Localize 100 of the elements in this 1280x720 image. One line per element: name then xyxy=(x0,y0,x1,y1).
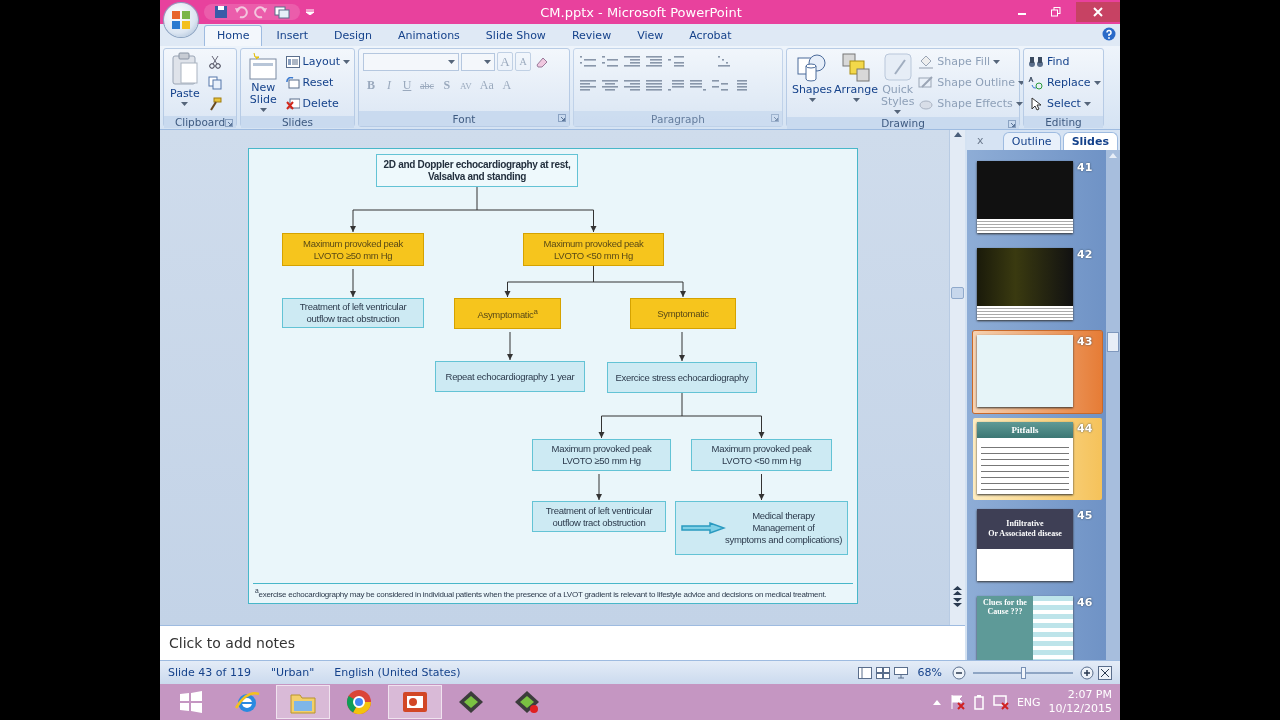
slide-list-item[interactable]: Infiltrative Or Associated disease 45 xyxy=(973,505,1102,587)
presentation-icon xyxy=(401,689,429,715)
slide-number: 45 xyxy=(1077,509,1093,524)
flowchart-box: Maximum provoked peak LVOTO <50 mm Hg xyxy=(523,233,664,266)
group-label: Editing xyxy=(1045,116,1082,128)
normal-view-icon xyxy=(857,666,872,679)
reset-button[interactable]: Reset xyxy=(285,73,350,92)
round-browser-icon xyxy=(345,688,373,716)
redo-button[interactable] xyxy=(254,5,268,19)
help-button[interactable] xyxy=(1102,27,1116,41)
taskbar-app[interactable] xyxy=(388,685,442,719)
reset-icon xyxy=(285,76,300,89)
slideshow-button[interactable] xyxy=(274,5,290,19)
copy-button[interactable] xyxy=(205,73,224,92)
language-label[interactable]: English (United States) xyxy=(334,666,461,679)
redo-icon xyxy=(254,5,268,19)
ribbon-tab[interactable]: Animations xyxy=(386,26,472,46)
ribbon-tab[interactable]: View xyxy=(625,26,676,46)
caret-icon xyxy=(1093,80,1101,85)
fit-to-window-button[interactable] xyxy=(1098,665,1112,680)
flowchart-box: Maximum provoked peak LVOTO ≥50 mm Hg xyxy=(532,439,671,471)
close-pane-button[interactable]: x xyxy=(969,134,992,150)
slide-show-button[interactable] xyxy=(893,666,908,679)
slide-thumbnail-title: Infiltrative Or Associated disease xyxy=(988,519,1062,539)
help-icon xyxy=(1102,27,1116,41)
caret-icon xyxy=(259,108,267,112)
zoom-level[interactable]: 68% xyxy=(917,666,942,679)
copy-icon xyxy=(207,75,222,90)
ribbon-tab[interactable]: Acrobat xyxy=(677,26,744,46)
slide-thumbnail-title: Clues for the Cause ??? xyxy=(982,597,1028,618)
caret-icon xyxy=(306,9,314,15)
save-button[interactable] xyxy=(214,5,228,19)
dialog-launcher-icon xyxy=(225,119,233,127)
pane-tab[interactable]: Outline xyxy=(1002,132,1061,150)
decrease-indent-icon xyxy=(624,54,640,69)
caret-icon xyxy=(448,59,455,64)
next-slide-button[interactable] xyxy=(953,598,962,607)
slides-icon xyxy=(274,5,290,19)
slide-sorter-button[interactable] xyxy=(875,666,890,679)
slide-number: 41 xyxy=(1077,161,1093,176)
close-icon xyxy=(1093,7,1103,17)
undo-button[interactable] xyxy=(234,5,248,19)
binoculars-icon xyxy=(1028,54,1044,69)
caret-icon xyxy=(852,98,860,102)
pane-tab[interactable]: Slides xyxy=(1062,132,1118,150)
caret-icon xyxy=(484,59,491,64)
scroll-thumb[interactable] xyxy=(1107,332,1119,352)
notes-field[interactable]: Click to add notes xyxy=(160,625,965,660)
connector-arrow xyxy=(504,281,511,298)
pen-icon xyxy=(918,75,935,90)
group-label: Paragraph xyxy=(651,112,705,125)
connector-arrow xyxy=(350,268,356,298)
caret-icon xyxy=(1015,101,1023,106)
arrange-icon xyxy=(841,52,871,82)
new-slide-button[interactable]: New Slide xyxy=(245,52,282,112)
select-button[interactable]: Select xyxy=(1028,94,1101,113)
ribbon-tab[interactable]: Home xyxy=(204,25,263,46)
customize-toolbar-button[interactable] xyxy=(306,9,314,15)
vertical-scrollbar[interactable] xyxy=(1106,150,1120,660)
scroll-up-icon xyxy=(1109,153,1117,158)
justify-icon xyxy=(646,78,662,93)
replace-button[interactable]: Replace xyxy=(1028,73,1101,92)
caret-icon xyxy=(808,98,816,102)
zoom-slider-thumb[interactable] xyxy=(1021,666,1026,679)
minus-circle-icon xyxy=(952,665,966,680)
caret-icon xyxy=(343,59,350,64)
zoom-out-button[interactable] xyxy=(952,665,966,680)
connector-arrow xyxy=(350,209,356,233)
shapes-button[interactable]: Shapes xyxy=(791,52,833,102)
arrange-button[interactable]: Arrange xyxy=(835,52,877,102)
clipboard-icon xyxy=(170,52,199,86)
slide-number: 43 xyxy=(1077,335,1093,350)
previous-slide-button[interactable] xyxy=(953,586,962,595)
connector-arrow xyxy=(590,209,597,233)
slide-counter: Slide 43 of 119 xyxy=(168,666,251,679)
vertical-scrollbar[interactable] xyxy=(949,130,965,625)
zoom-in-button[interactable] xyxy=(1080,665,1094,680)
ribbon-tab[interactable]: Review xyxy=(559,26,624,46)
battery-plug-icon xyxy=(972,694,985,710)
normal-view-button[interactable] xyxy=(857,666,872,679)
connector-arrow xyxy=(596,473,602,501)
flowchart-box: Treatment of left ventricular outflow tract obstruction xyxy=(532,501,666,532)
ribbon-tab[interactable]: Design xyxy=(322,26,385,46)
ribbon-tab[interactable]: Slide Show xyxy=(473,26,558,46)
layout-button[interactable]: Layout xyxy=(285,52,350,71)
flowchart-box: Repeat echocardiography 1 year xyxy=(435,361,585,392)
scroll-thumb[interactable] xyxy=(951,287,964,299)
find-button[interactable]: Find xyxy=(1028,52,1101,71)
replace-icon xyxy=(1028,75,1044,90)
connector-arrow xyxy=(758,415,765,439)
caret-icon xyxy=(181,102,189,106)
close-button[interactable] xyxy=(1076,2,1120,22)
delete-button[interactable]: Delete xyxy=(285,94,350,113)
slide-list-item[interactable]: Pitfalls 44 xyxy=(973,418,1102,500)
caret-icon xyxy=(894,110,902,114)
grid-icon xyxy=(875,666,890,679)
caret-icon xyxy=(1018,80,1026,85)
slide-number: 46 xyxy=(1077,596,1093,611)
flowchart-box: Symptomatic xyxy=(630,298,736,329)
ribbon-tab[interactable]: Insert xyxy=(264,26,321,46)
